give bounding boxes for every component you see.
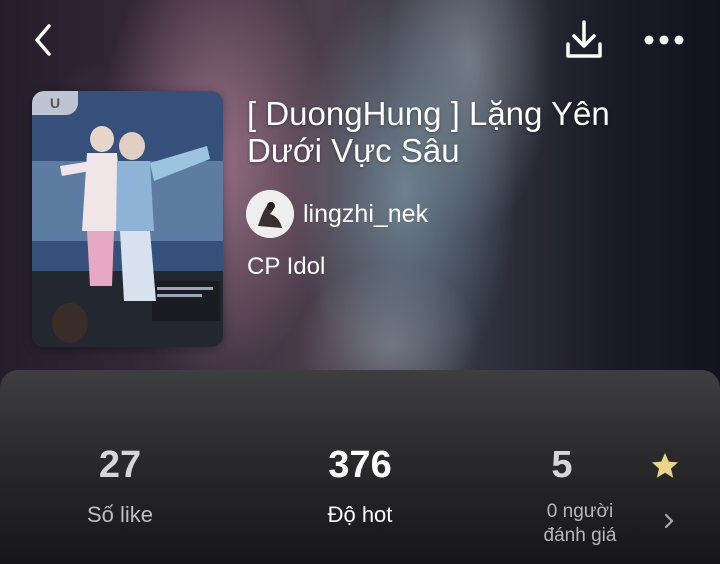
- hot-stat: 376 Độ hot: [240, 370, 480, 564]
- chevron-right-icon[interactable]: [660, 510, 678, 532]
- back-button[interactable]: [22, 18, 66, 62]
- rating-label-line2: đánh giá: [543, 525, 617, 546]
- stats-panel: 27 Số like 376 Độ hot 5 0 người đánh giá: [0, 370, 720, 564]
- user-avatar-icon: [246, 190, 294, 238]
- chevron-left-icon: [35, 24, 51, 56]
- story-cover-image[interactable]: U: [32, 91, 223, 347]
- likes-count: 27: [98, 444, 142, 486]
- cover-badge: U: [32, 91, 78, 115]
- download-icon: [566, 20, 602, 58]
- rating-label: 0 người đánh giá: [480, 500, 680, 548]
- author-row[interactable]: lingzhi_nek: [246, 190, 428, 238]
- author-name[interactable]: lingzhi_nek: [303, 200, 428, 229]
- rating-label-line1: 0 người: [546, 501, 614, 522]
- star-icon: [650, 451, 680, 481]
- story-title: [ DuongHung ] Lặng Yên Dưới Vực Sâu: [247, 95, 610, 169]
- download-button[interactable]: [560, 16, 608, 64]
- likes-stat: 27 Số like: [0, 370, 240, 564]
- more-horizontal-icon: [644, 35, 684, 45]
- likes-label: Số like: [86, 502, 154, 527]
- story-category[interactable]: CP Idol: [247, 253, 325, 281]
- rating-stat[interactable]: 5 0 người đánh giá: [480, 370, 720, 564]
- hot-count: 376: [328, 444, 392, 486]
- rating-row: 5: [480, 444, 680, 487]
- more-options-button[interactable]: [638, 18, 690, 62]
- cover-illustration: [32, 91, 223, 347]
- rating-value: 5: [551, 444, 573, 486]
- hot-label: Độ hot: [327, 502, 393, 527]
- avatar[interactable]: [246, 190, 294, 238]
